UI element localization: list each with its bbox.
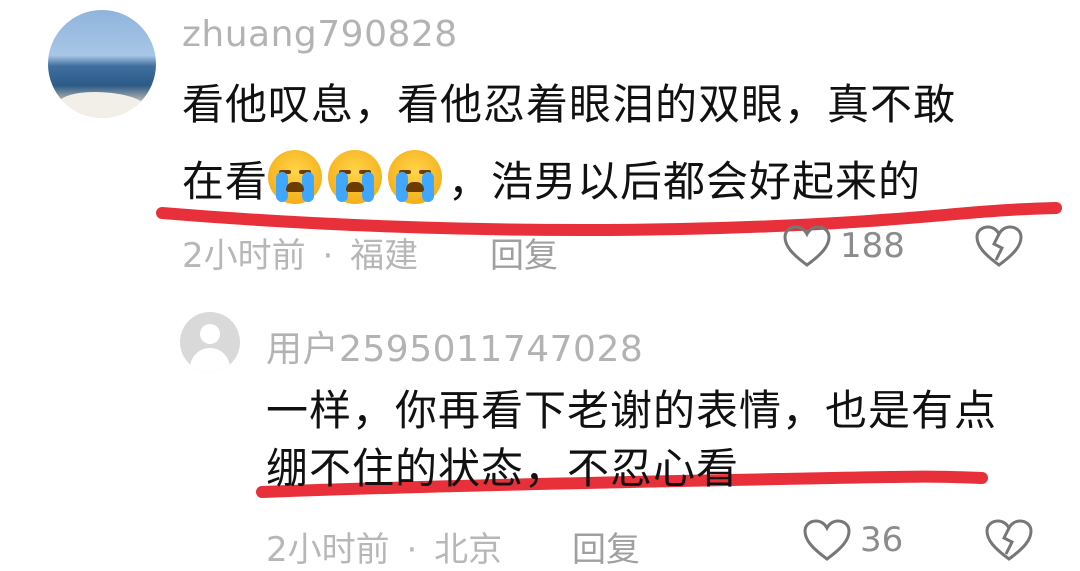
dislike-button[interactable] <box>974 224 1024 272</box>
comment-text-line: 一样，你再看下老谢的表情，也是有点 <box>266 386 998 435</box>
avatar[interactable] <box>180 312 240 372</box>
comment-meta: 2小时前 · 福建 <box>182 228 418 277</box>
comment-time: 2小时前 <box>182 236 306 276</box>
reply-button[interactable]: 回复 <box>490 228 558 277</box>
heart-icon <box>803 519 851 561</box>
avatar-body <box>190 348 230 372</box>
meta-separator: · <box>406 530 418 570</box>
reply-username[interactable]: 用户2595011747028 <box>266 320 643 372</box>
comment-meta: 2小时前 · 北京 <box>266 522 502 571</box>
broken-heart-icon <box>985 519 1033 561</box>
red-underline <box>156 202 1062 237</box>
reply-button[interactable]: 回复 <box>572 522 640 571</box>
comment-location: 福建 <box>350 236 419 276</box>
comment-time: 2小时前 <box>266 530 390 570</box>
like-count: 188 <box>840 226 905 266</box>
like-button[interactable]: 188 <box>782 224 905 268</box>
heart-icon <box>783 225 831 267</box>
dislike-button[interactable] <box>984 518 1034 566</box>
comment-text-line: 绷不住的状态，不忍心看 <box>266 444 740 493</box>
broken-heart-icon <box>975 225 1023 267</box>
like-button[interactable]: 36 <box>802 518 903 562</box>
meta-separator: · <box>322 236 334 276</box>
comment-location: 北京 <box>434 530 503 570</box>
like-count: 36 <box>860 520 904 560</box>
avatar-head <box>200 324 220 344</box>
